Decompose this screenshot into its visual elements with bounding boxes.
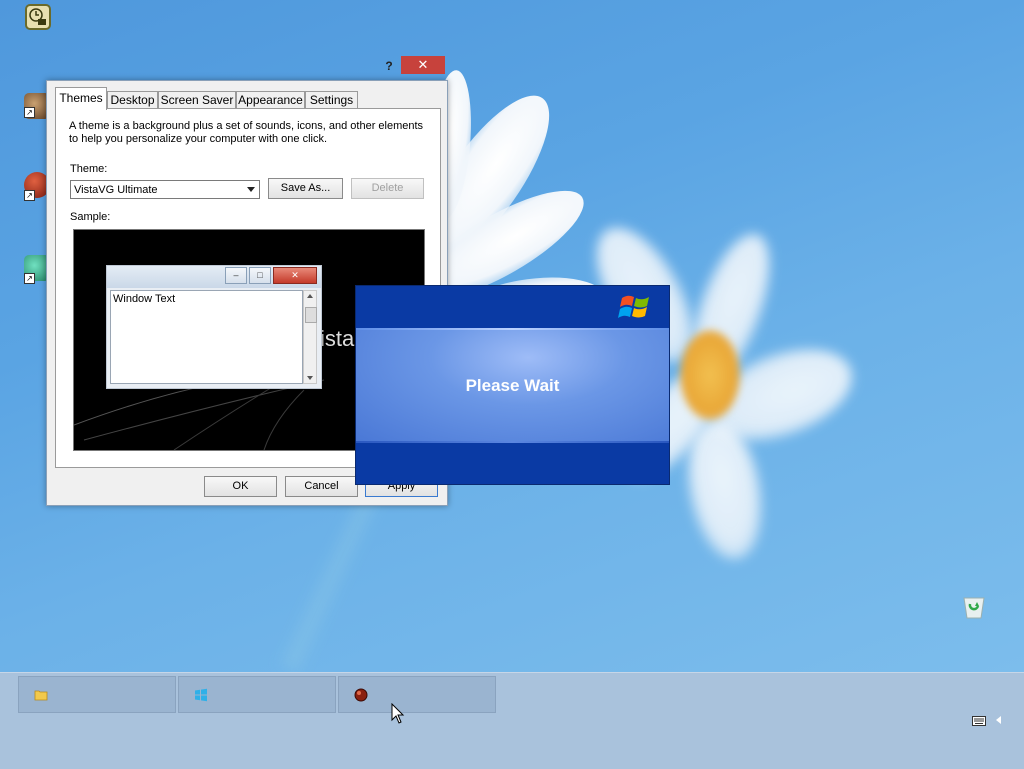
recycle-bin-icon[interactable]: [960, 592, 988, 620]
ok-button[interactable]: OK: [204, 476, 277, 497]
please-wait-message: Please Wait: [465, 376, 560, 395]
delete-button[interactable]: Delete: [351, 178, 424, 199]
tab-desktop[interactable]: Desktop: [107, 91, 158, 109]
taskbar-button-app[interactable]: [338, 676, 496, 713]
tab-themes[interactable]: Themes: [55, 87, 107, 110]
tab-appearance[interactable]: Appearance: [236, 91, 305, 109]
keyboard-icon[interactable]: [972, 715, 986, 727]
taskbar-button-explorer[interactable]: [18, 676, 176, 713]
taskbar-button-windows[interactable]: [178, 676, 336, 713]
sample-window-text: Window Text: [110, 290, 303, 384]
please-wait-footer-divider: [356, 441, 669, 443]
scroll-up-icon: [307, 294, 313, 298]
mouse-cursor-icon: [391, 703, 405, 724]
sample-label: Sample:: [70, 211, 111, 223]
theme-label: Theme:: [70, 163, 108, 175]
close-button[interactable]: ✕: [401, 56, 445, 74]
clock-app-icon[interactable]: [25, 4, 51, 30]
shortcut-arrow-icon: ↗: [24, 273, 35, 284]
windows-xp-logo-icon: [618, 295, 649, 318]
red-ball-icon: [354, 688, 368, 702]
chevron-left-icon[interactable]: [996, 716, 1001, 724]
cancel-button[interactable]: Cancel: [285, 476, 358, 497]
folder-icon: [34, 690, 48, 701]
close-icon: ✕: [273, 267, 317, 284]
please-wait-dialog: Please Wait: [355, 285, 670, 485]
please-wait-footer: [356, 441, 669, 484]
windows-logo-icon: [195, 688, 207, 702]
taskbar: [0, 672, 1024, 769]
sample-scrollbar: [303, 290, 317, 384]
tab-settings[interactable]: Settings: [305, 91, 358, 109]
sample-window: – □ ✕ Window Text: [106, 265, 322, 389]
sample-background-text: ista: [320, 326, 355, 351]
help-button[interactable]: ?: [382, 57, 396, 75]
theme-select[interactable]: VistaVG Ultimate: [70, 180, 260, 199]
tab-screen-saver[interactable]: Screen Saver: [158, 91, 236, 109]
theme-select-value: VistaVG Ultimate: [74, 184, 158, 196]
maximize-icon: □: [249, 267, 271, 284]
shortcut-arrow-icon: ↗: [24, 107, 35, 118]
scroll-thumb: [305, 307, 317, 323]
shortcut-arrow-icon: ↗: [24, 190, 35, 201]
chevron-down-icon: [247, 187, 255, 192]
wallpaper-flower-center: [680, 330, 740, 420]
scroll-down-icon: [307, 376, 313, 380]
themes-description: A theme is a background plus a set of so…: [69, 120, 424, 145]
minimize-icon: –: [225, 267, 247, 284]
save-as-button[interactable]: Save As...: [268, 178, 343, 199]
